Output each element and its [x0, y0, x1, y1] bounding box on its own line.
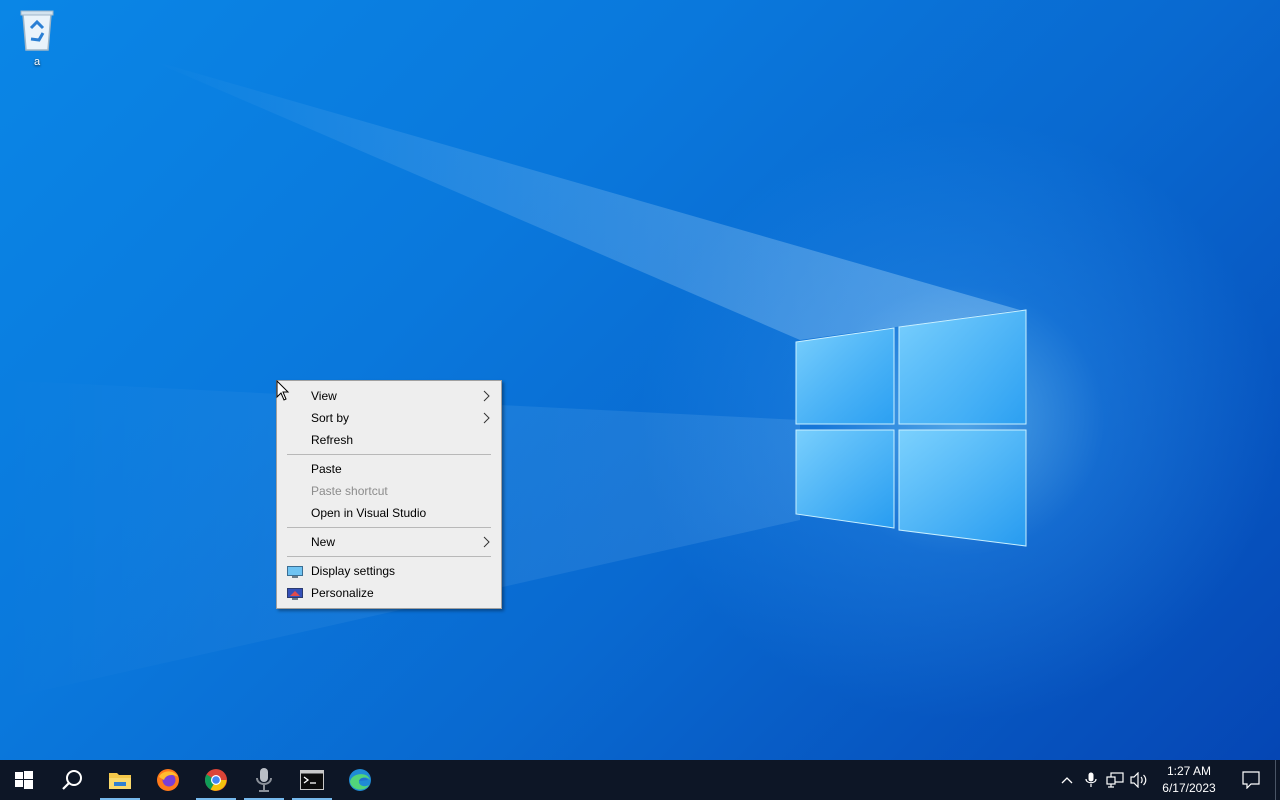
action-center-button[interactable] — [1227, 760, 1275, 800]
menu-item-view[interactable]: View — [277, 385, 501, 407]
desktop-icon-label: a — [33, 56, 41, 68]
menu-item-label: Sort by — [311, 411, 350, 425]
menu-item-label: Personalize — [311, 586, 374, 600]
menu-separator — [277, 451, 501, 458]
taskbar: 1:27 AM 6/17/2023 — [0, 760, 1280, 800]
personalize-icon — [287, 586, 303, 608]
volume-icon — [1130, 772, 1147, 788]
mouse-cursor-icon — [276, 380, 290, 401]
menu-separator — [277, 524, 501, 531]
menu-item-label: Paste shortcut — [311, 484, 388, 498]
tray-volume[interactable] — [1127, 760, 1151, 800]
menu-item-sort-by[interactable]: Sort by — [277, 407, 501, 429]
file-explorer-icon — [109, 773, 131, 789]
start-button[interactable] — [0, 760, 48, 800]
recycle-bin-icon — [20, 10, 54, 51]
terminal-icon — [300, 770, 324, 790]
menu-item-paste-shortcut: Paste shortcut — [277, 480, 501, 502]
edge-icon — [349, 769, 371, 791]
chevron-right-icon — [483, 407, 491, 429]
taskbar-app-firefox[interactable] — [144, 760, 192, 800]
network-icon — [1106, 772, 1124, 788]
menu-separator — [277, 553, 501, 560]
system-tray: 1:27 AM 6/17/2023 — [1055, 760, 1280, 800]
firefox-icon — [157, 769, 179, 791]
menu-item-label: Refresh — [311, 433, 354, 447]
taskbar-app-microphone[interactable] — [240, 760, 288, 800]
menu-item-label: New — [311, 535, 336, 549]
clock-date: 6/17/2023 — [1162, 781, 1216, 795]
menu-item-open-in-visual-studio[interactable]: Open in Visual Studio — [277, 502, 501, 524]
taskbar-app-file-explorer[interactable] — [96, 760, 144, 800]
chrome-icon — [205, 769, 227, 791]
taskbar-clock[interactable]: 1:27 AM 6/17/2023 — [1151, 760, 1227, 800]
search-icon — [62, 770, 82, 790]
show-hidden-icons-button[interactable] — [1055, 760, 1079, 800]
microphone-icon — [1085, 772, 1097, 787]
menu-item-label: View — [311, 389, 337, 403]
menu-item-label: Open in Visual Studio — [311, 506, 427, 520]
chevron-right-icon — [483, 385, 491, 407]
wallpaper-windows-logo — [0, 60, 1027, 700]
menu-item-paste[interactable]: Paste — [277, 458, 501, 480]
taskbar-app-edge[interactable] — [336, 760, 384, 800]
windows-start-icon — [15, 771, 33, 789]
notification-icon — [1242, 771, 1260, 789]
chevron-right-icon — [483, 531, 491, 553]
search-button[interactable] — [48, 760, 96, 800]
menu-item-personalize[interactable]: Personalize — [277, 582, 501, 604]
taskbar-app-chrome[interactable] — [192, 760, 240, 800]
desktop[interactable]: a View Sort by Refresh Paste Paste short… — [0, 0, 1280, 760]
menu-item-display-settings[interactable]: Display settings — [277, 560, 501, 582]
taskbar-app-terminal[interactable] — [288, 760, 336, 800]
microphone-app-icon — [256, 768, 272, 792]
tray-network[interactable] — [1103, 760, 1127, 800]
menu-item-refresh[interactable]: Refresh — [277, 429, 501, 451]
desktop-context-menu: View Sort by Refresh Paste Paste shortcu… — [276, 380, 502, 609]
chevron-up-icon — [1061, 777, 1073, 784]
menu-item-label: Paste — [311, 462, 342, 476]
menu-item-label: Display settings — [311, 564, 396, 578]
clock-time: 1:27 AM — [1166, 764, 1212, 778]
menu-item-new[interactable]: New — [277, 531, 501, 553]
show-desktop-button[interactable] — [1275, 760, 1280, 800]
tray-microphone[interactable] — [1079, 760, 1103, 800]
desktop-icon-recycle-bin[interactable]: a — [10, 6, 64, 76]
